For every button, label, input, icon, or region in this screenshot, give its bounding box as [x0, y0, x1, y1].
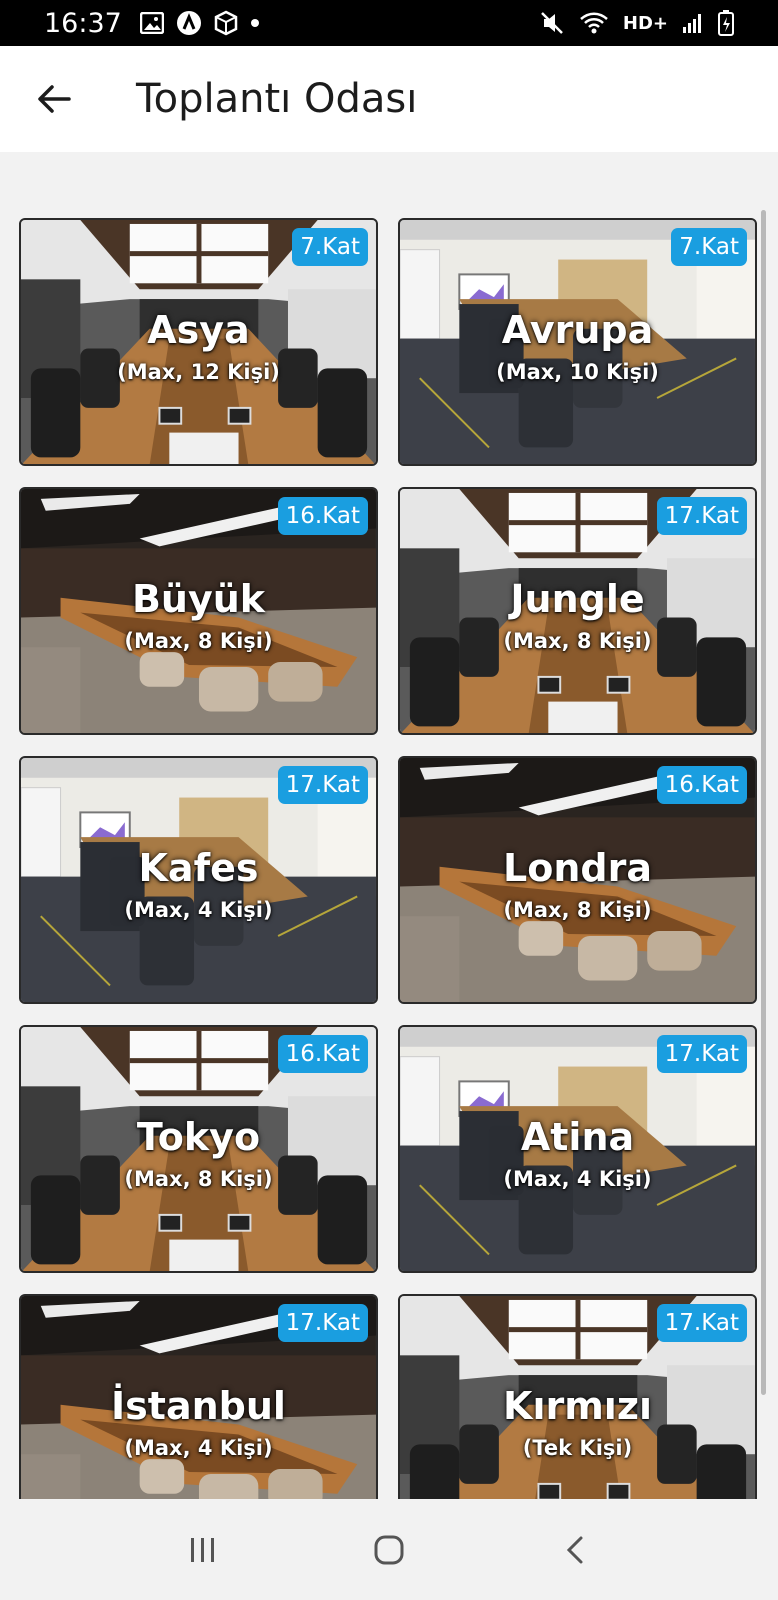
arrow-left-icon	[38, 85, 71, 113]
room-capacity: (Max, 8 Kişi)	[124, 629, 273, 653]
floor-badge: 17.Kat	[656, 1304, 747, 1342]
floor-badge: 17.Kat	[656, 497, 747, 535]
floor-badge: 16.Kat	[277, 1035, 368, 1073]
room-card[interactable]: 17.Kat İstanbul (Max, 4 Kişi)	[19, 1294, 378, 1499]
floor-badge: 16.Kat	[656, 766, 747, 804]
page-title: Toplantı Odası	[136, 76, 418, 122]
room-name: Asya	[147, 308, 250, 352]
room-name: Londra	[503, 846, 652, 890]
image-icon	[139, 12, 164, 34]
app-bar: Toplantı Odası	[0, 46, 778, 152]
status-time: 16:37	[44, 7, 122, 39]
room-name: Büyük	[131, 577, 266, 621]
room-name: Tokyo	[136, 1115, 261, 1159]
room-grid: 7.Kat Asya (Max, 12 Kişi) 7.Kat Avrupa (…	[19, 218, 759, 1499]
floor-badge: 7.Kat	[671, 228, 747, 266]
floor-badge: 17.Kat	[277, 1304, 368, 1342]
room-capacity: (Tek Kişi)	[522, 1436, 633, 1460]
room-capacity: (Max, 10 Kişi)	[496, 360, 659, 384]
room-capacity: (Max, 12 Kişi)	[117, 360, 280, 384]
room-name: Atina	[520, 1115, 635, 1159]
system-nav-bar	[0, 1499, 778, 1600]
room-name: Kırmızı	[503, 1384, 652, 1428]
room-card[interactable]: 17.Kat Jungle (Max, 8 Kişi)	[398, 487, 757, 735]
room-card[interactable]: 16.Kat Büyük (Max, 8 Kişi)	[19, 487, 378, 735]
room-card[interactable]: 17.Kat Atina (Max, 4 Kişi)	[398, 1025, 757, 1273]
network-type: HD+	[622, 12, 668, 34]
mute-icon	[541, 12, 563, 34]
room-capacity: (Max, 8 Kişi)	[124, 1167, 273, 1191]
floor-badge: 16.Kat	[277, 497, 368, 535]
room-card[interactable]: 17.Kat Kırmızı (Tek Kişi)	[398, 1294, 757, 1499]
room-capacity: (Max, 4 Kişi)	[124, 1436, 273, 1460]
status-bar: 16:37 HD+	[0, 0, 778, 46]
room-card[interactable]: 16.Kat Londra (Max, 8 Kişi)	[398, 756, 757, 1004]
recent-apps-button[interactable]	[173, 1520, 233, 1580]
nav-back-button[interactable]	[545, 1520, 605, 1580]
room-capacity: (Max, 4 Kişi)	[503, 1167, 652, 1191]
room-name: Kafes	[138, 846, 259, 890]
room-name: Avrupa	[501, 308, 654, 352]
floor-badge: 17.Kat	[656, 1035, 747, 1073]
signal-icon	[683, 14, 701, 33]
home-button[interactable]	[359, 1520, 419, 1580]
app-icon	[176, 11, 201, 35]
back-icon	[566, 1536, 583, 1563]
home-icon	[374, 1535, 404, 1564]
room-name: Jungle	[510, 577, 645, 621]
floor-badge: 7.Kat	[292, 228, 368, 266]
back-button[interactable]	[26, 71, 82, 127]
scrollbar[interactable]	[761, 210, 766, 1395]
battery-charging-icon	[718, 10, 734, 36]
wifi-icon	[580, 12, 608, 34]
room-card[interactable]: 16.Kat Tokyo (Max, 8 Kişi)	[19, 1025, 378, 1273]
room-card[interactable]: 17.Kat Kafes (Max, 4 Kişi)	[19, 756, 378, 1004]
room-list[interactable]: 7.Kat Asya (Max, 12 Kişi) 7.Kat Avrupa (…	[0, 152, 778, 1499]
box-icon	[214, 10, 238, 36]
room-capacity: (Max, 8 Kişi)	[503, 629, 652, 653]
floor-badge: 17.Kat	[277, 766, 368, 804]
room-capacity: (Max, 4 Kişi)	[124, 898, 273, 922]
recent-apps-icon	[191, 1537, 214, 1562]
dot-icon	[250, 19, 259, 27]
room-name: İstanbul	[111, 1384, 286, 1428]
room-card[interactable]: 7.Kat Asya (Max, 12 Kişi)	[19, 218, 378, 466]
room-capacity: (Max, 8 Kişi)	[503, 898, 652, 922]
room-card[interactable]: 7.Kat Avrupa (Max, 10 Kişi)	[398, 218, 757, 466]
